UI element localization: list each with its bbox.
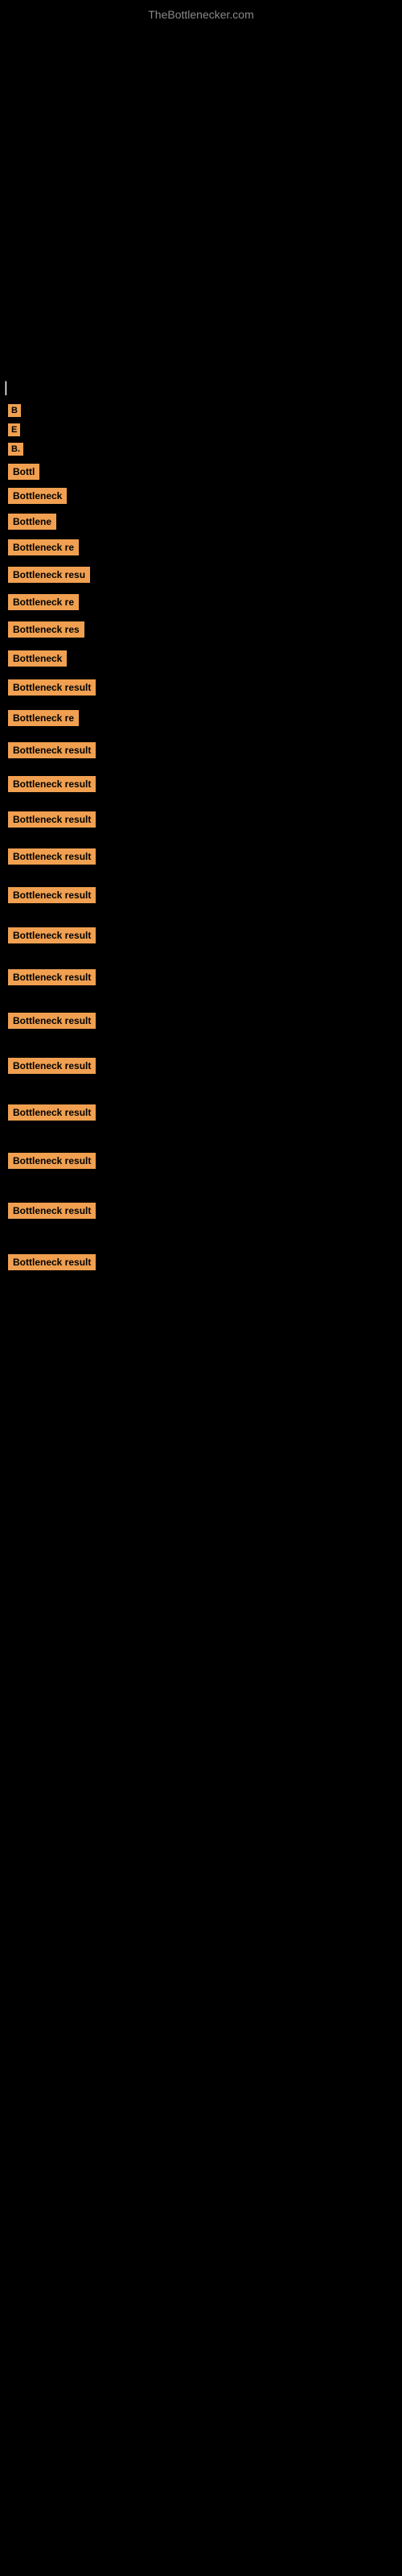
list-item: Bottleneck result — [8, 969, 398, 985]
list-item: Bottleneck resu — [8, 567, 398, 583]
bottleneck-label: Bottleneck result — [8, 742, 96, 758]
list-item: Bottl — [8, 464, 398, 480]
bottleneck-label: Bottleneck resu — [8, 567, 90, 583]
list-item: Bottleneck result — [8, 848, 398, 865]
list-item: B — [8, 404, 398, 417]
list-item: Bottleneck result — [8, 887, 398, 903]
list-item: E — [8, 423, 398, 436]
list-item: Bottleneck re — [8, 539, 398, 555]
list-item: Bottleneck result — [8, 1104, 398, 1121]
list-item: Bottleneck result — [8, 1203, 398, 1219]
bottleneck-label: Bottleneck result — [8, 1013, 96, 1029]
bottleneck-label: Bottleneck re — [8, 710, 79, 726]
cursor-indicator: | — [0, 371, 402, 404]
bottleneck-label: Bottleneck result — [8, 1203, 96, 1219]
bottleneck-label: Bottlene — [8, 514, 56, 530]
list-item: Bottleneck result — [8, 927, 398, 943]
chart-area — [0, 25, 402, 371]
bottleneck-label: Bottleneck result — [8, 776, 96, 792]
bottleneck-label: Bottleneck re — [8, 539, 79, 555]
list-item: Bottleneck result — [8, 742, 398, 758]
list-item: Bottleneck result — [8, 1013, 398, 1029]
bottleneck-label: Bottleneck result — [8, 1058, 96, 1074]
bottleneck-label: Bottleneck result — [8, 679, 96, 696]
site-title: TheBottlenecker.com — [0, 0, 402, 25]
bottleneck-label: Bottleneck — [8, 650, 67, 667]
items-section: B E B. Bottl Bottleneck Bottlene Bottlen… — [0, 404, 402, 1270]
list-item: Bottleneck result — [8, 1058, 398, 1074]
bottleneck-label: Bottleneck result — [8, 1153, 96, 1169]
list-item: Bottlene — [8, 514, 398, 530]
bottleneck-label: Bottl — [8, 464, 39, 480]
bottleneck-label: Bottleneck result — [8, 811, 96, 828]
list-item: Bottleneck result — [8, 1254, 398, 1270]
bottleneck-label: Bottleneck result — [8, 848, 96, 865]
page-wrapper: TheBottlenecker.com | B E B. Bottl Bottl… — [0, 0, 402, 1270]
list-item: Bottleneck — [8, 650, 398, 667]
list-item: B. — [8, 443, 398, 456]
list-item: Bottleneck result — [8, 1153, 398, 1169]
bottleneck-label: Bottleneck re — [8, 594, 79, 610]
bottleneck-label: Bottleneck — [8, 488, 67, 504]
bottleneck-label: Bottleneck result — [8, 887, 96, 903]
bottleneck-label: Bottleneck result — [8, 1254, 96, 1270]
list-item: Bottleneck — [8, 488, 398, 504]
list-item: Bottleneck result — [8, 776, 398, 792]
bottleneck-label: Bottleneck result — [8, 1104, 96, 1121]
bottleneck-label: Bottleneck result — [8, 927, 96, 943]
list-item: Bottleneck result — [8, 811, 398, 828]
list-item: Bottleneck res — [8, 621, 398, 638]
list-item: Bottleneck re — [8, 594, 398, 610]
bottleneck-label: B. — [8, 443, 23, 456]
bottleneck-label: Bottleneck result — [8, 969, 96, 985]
list-item: Bottleneck re — [8, 710, 398, 726]
bottleneck-label: E — [8, 423, 20, 436]
list-item: Bottleneck result — [8, 679, 398, 696]
bottleneck-label: B — [8, 404, 21, 417]
bottleneck-label: Bottleneck res — [8, 621, 84, 638]
